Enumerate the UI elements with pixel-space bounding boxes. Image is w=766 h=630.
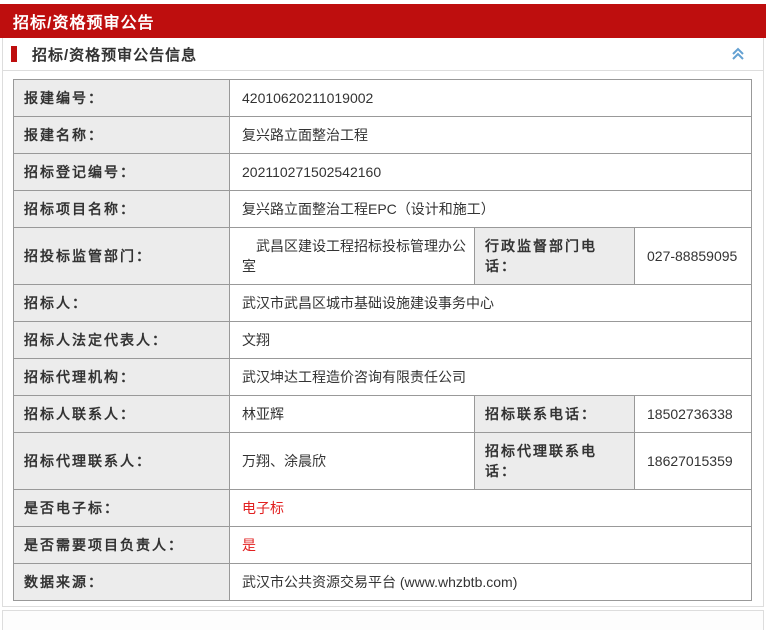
- supervision-phone-label: 行政监督部门电话：: [475, 228, 635, 285]
- tenderee-legal-representative-value: 文翔: [230, 322, 752, 359]
- row-requires-project-manager: 是否需要项目负责人： 是: [14, 527, 752, 564]
- tender-agency-label: 招标代理机构：: [14, 359, 230, 396]
- row-tender-agency: 招标代理机构： 武汉坤达工程造价咨询有限责任公司: [14, 359, 752, 396]
- tenderee-contact-value: 林亚辉: [230, 396, 475, 433]
- section-marker: [11, 46, 17, 62]
- agency-contact-label: 招标代理联系人：: [14, 433, 230, 490]
- supervision-phone-value: 027-88859095: [635, 228, 752, 285]
- page-title-bar: 招标/资格预审公告: [0, 4, 766, 38]
- tender-registration-number-label: 招标登记编号：: [14, 154, 230, 191]
- regulatory-department-value: 武昌区建设工程招标投标管理办公室: [230, 228, 475, 285]
- row-filing-number: 报建编号： 42010620211019002: [14, 80, 752, 117]
- row-tenderee-legal-representative: 招标人法定代表人： 文翔: [14, 322, 752, 359]
- agency-phone-label: 招标代理联系电话：: [475, 433, 635, 490]
- announcement-info-panel: 招标/资格预审公告信息 报建编号： 42010620211019002 报建名称…: [2, 38, 764, 607]
- tenderee-contact-label: 招标人联系人：: [14, 396, 230, 433]
- row-filing-name: 报建名称： 复兴路立面整治工程: [14, 117, 752, 154]
- page-title: 招标/资格预审公告: [13, 9, 154, 33]
- panel-title: 招标/资格预审公告信息: [32, 44, 197, 65]
- tender-project-name-label: 招标项目名称：: [14, 191, 230, 228]
- row-agency-contact: 招标代理联系人： 万翔、涂晨欣 招标代理联系电话： 18627015359: [14, 433, 752, 490]
- filing-name-value: 复兴路立面整治工程: [230, 117, 752, 154]
- is-electronic-bid-value: 电子标: [230, 490, 752, 527]
- announcement-info-table: 报建编号： 42010620211019002 报建名称： 复兴路立面整治工程 …: [13, 79, 752, 601]
- filing-number-value: 42010620211019002: [230, 80, 752, 117]
- tender-project-name-value: 复兴路立面整治工程EPC（设计和施工）: [230, 191, 752, 228]
- tender-agency-value: 武汉坤达工程造价咨询有限责任公司: [230, 359, 752, 396]
- tenderee-value: 武汉市武昌区城市基础设施建设事务中心: [230, 285, 752, 322]
- row-tender-project-name: 招标项目名称： 复兴路立面整治工程EPC（设计和施工）: [14, 191, 752, 228]
- row-tender-registration-number: 招标登记编号： 202110271502542160: [14, 154, 752, 191]
- row-data-source: 数据来源： 武汉市公共资源交易平台 (www.whzbtb.com): [14, 564, 752, 601]
- requires-project-manager-label: 是否需要项目负责人：: [14, 527, 230, 564]
- agency-contact-value: 万翔、涂晨欣: [230, 433, 475, 490]
- data-source-value: 武汉市公共资源交易平台 (www.whzbtb.com): [230, 564, 752, 601]
- row-tenderee: 招标人： 武汉市武昌区城市基础设施建设事务中心: [14, 285, 752, 322]
- tenderee-legal-representative-label: 招标人法定代表人：: [14, 322, 230, 359]
- is-electronic-bid-label: 是否电子标：: [14, 490, 230, 527]
- requires-project-manager-value: 是: [230, 527, 752, 564]
- tender-phone-value: 18502736338: [635, 396, 752, 433]
- row-is-electronic-bid: 是否电子标： 电子标: [14, 490, 752, 527]
- tenderee-label: 招标人：: [14, 285, 230, 322]
- tender-phone-label: 招标联系电话：: [475, 396, 635, 433]
- double-chevron-up-icon[interactable]: [729, 45, 747, 63]
- data-source-label: 数据来源：: [14, 564, 230, 601]
- row-regulatory-department: 招投标监管部门： 武昌区建设工程招标投标管理办公室 行政监督部门电话： 027-…: [14, 228, 752, 285]
- tender-registration-number-value: 202110271502542160: [230, 154, 752, 191]
- agency-phone-value: 18627015359: [635, 433, 752, 490]
- row-tenderee-contact: 招标人联系人： 林亚辉 招标联系电话： 18502736338: [14, 396, 752, 433]
- panel-header: 招标/资格预审公告信息: [3, 38, 763, 71]
- filing-name-label: 报建名称：: [14, 117, 230, 154]
- filing-number-label: 报建编号：: [14, 80, 230, 117]
- regulatory-department-label: 招投标监管部门：: [14, 228, 230, 285]
- next-section-panel: [2, 610, 764, 630]
